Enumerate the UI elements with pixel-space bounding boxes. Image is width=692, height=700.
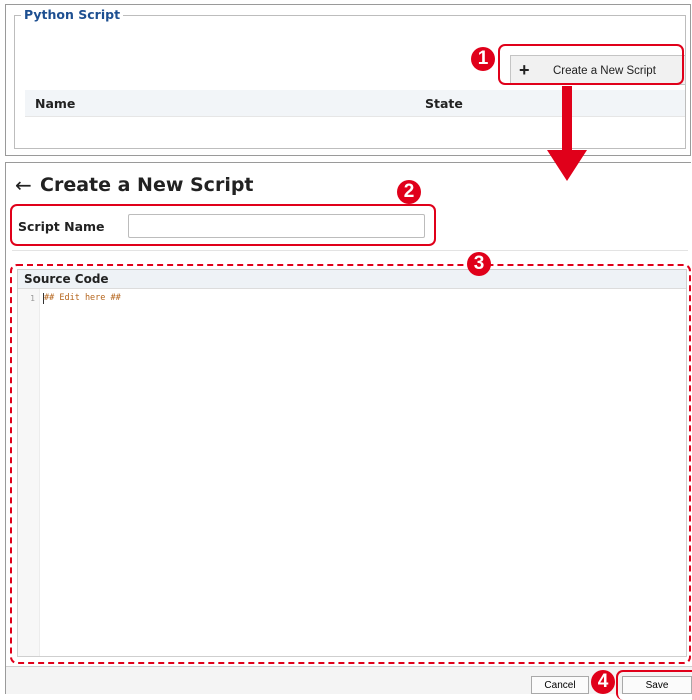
back-arrow-icon[interactable]: ← [15,172,32,198]
step-badge-3: 3 [467,252,491,276]
step-badge-1: 1 [471,47,495,71]
highlight-script-name [10,204,436,246]
highlight-source-code [10,264,691,664]
highlight-create-button [498,44,684,85]
footer-bar [6,667,692,694]
page-title: Create a New Script [40,174,254,196]
section-divider [12,250,688,251]
step-badge-2: 2 [397,180,421,204]
cancel-button[interactable]: Cancel [531,676,589,694]
down-arrow-icon [547,86,587,181]
column-header-name[interactable]: Name [35,96,75,111]
python-script-legend: Python Script [21,7,124,23]
step-badge-4: 4 [591,670,615,694]
column-header-state[interactable]: State [425,96,463,111]
highlight-save-button [616,670,692,700]
